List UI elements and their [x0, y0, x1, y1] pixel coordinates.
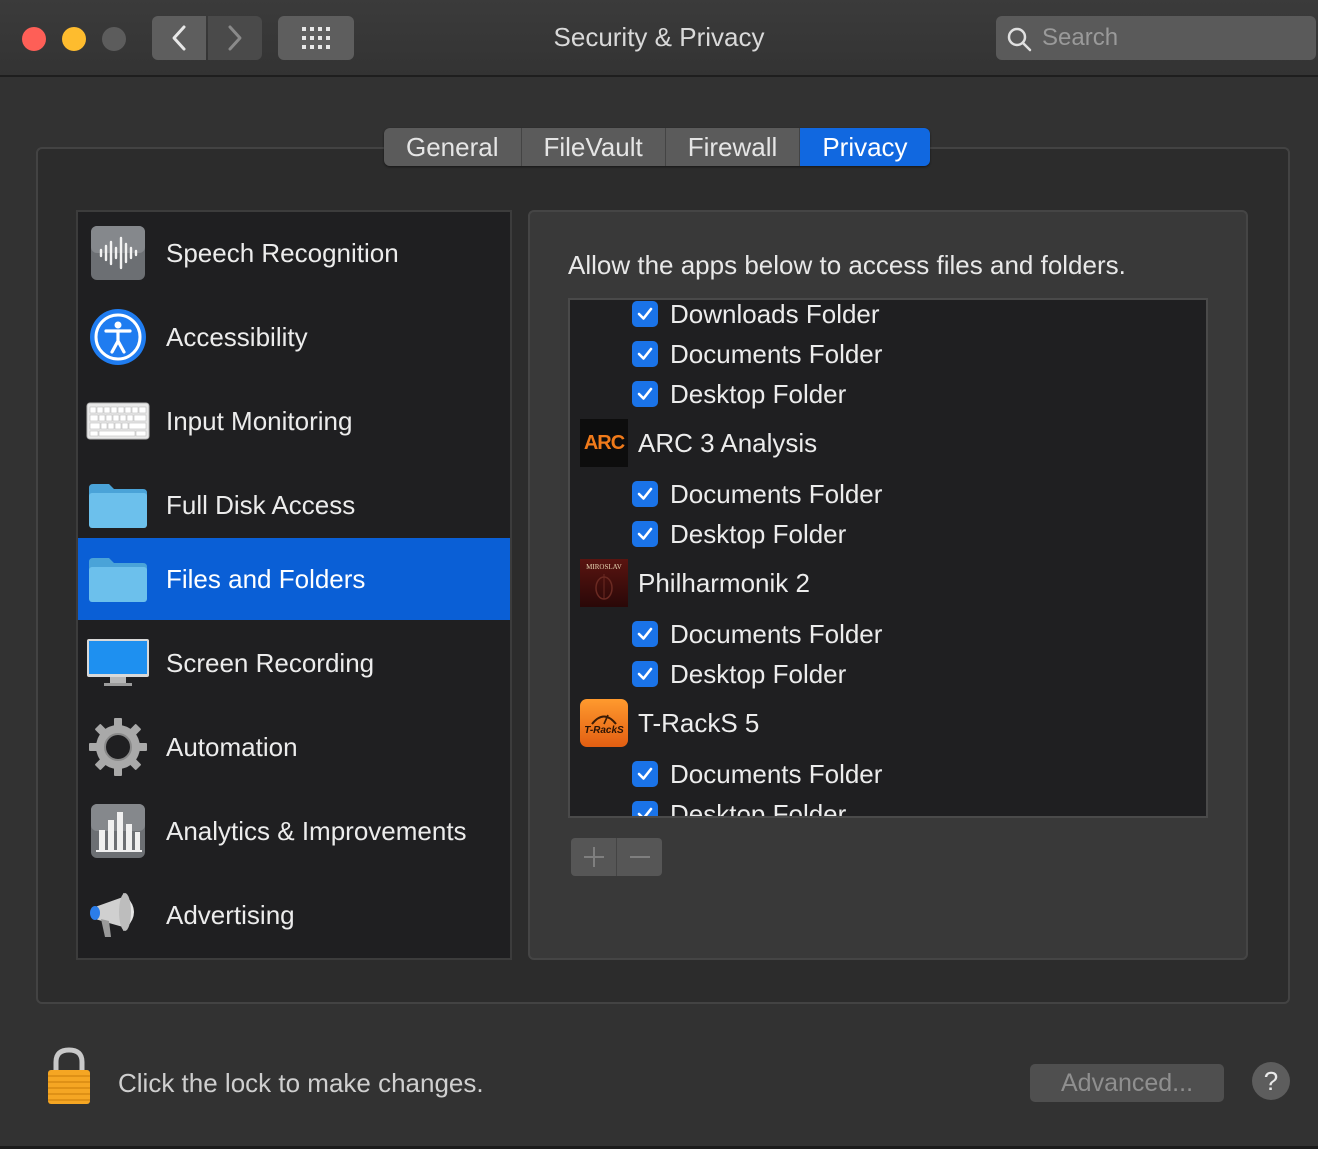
list-item-folder[interactable]: Desktop Folder — [570, 794, 1206, 818]
minus-icon — [629, 856, 650, 858]
search-input[interactable] — [1040, 22, 1304, 54]
app-label: ARC 3 Analysis — [638, 427, 818, 458]
tab-firewall[interactable]: Firewall — [665, 128, 801, 166]
sidebar-item-accessibility[interactable]: Accessibility — [78, 296, 510, 378]
folder-label: Documents Folder — [670, 338, 883, 369]
folder-label: Downloads Folder — [670, 298, 880, 329]
bar-chart-icon — [86, 799, 150, 863]
app-label: T-RackS 5 — [638, 707, 760, 738]
checkbox-checked[interactable] — [632, 801, 658, 816]
lock-message: Click the lock to make changes. — [118, 1068, 484, 1098]
list-item-folder[interactable]: Documents Folder — [570, 334, 1206, 374]
checkbox-checked[interactable] — [632, 621, 658, 647]
sidebar-item-label: Input Monitoring — [166, 405, 353, 436]
list-item-app[interactable]: MIROSLAV Philharmonik 2 — [570, 558, 1206, 608]
sidebar-item-label: Files and Folders — [166, 563, 366, 594]
sidebar-item-screen-recording[interactable]: Screen Recording — [78, 622, 510, 704]
checkmark-icon — [637, 527, 653, 540]
folder-icon — [86, 547, 150, 611]
list-item-folder[interactable]: Documents Folder — [570, 474, 1206, 514]
checkbox-checked[interactable] — [632, 761, 658, 787]
lock-button[interactable] — [44, 1046, 94, 1106]
app-label: Philharmonik 2 — [638, 567, 810, 598]
tab-privacy[interactable]: Privacy — [800, 128, 930, 166]
sidebar-item-label: Analytics & Improvements — [166, 815, 467, 846]
folder-label: Desktop Folder — [670, 518, 847, 549]
list-item-folder[interactable]: Downloads Folder — [570, 298, 1206, 334]
checkbox-checked[interactable] — [632, 381, 658, 407]
checkmark-icon — [637, 347, 653, 360]
sidebar-item-label: Accessibility — [166, 321, 308, 352]
tab-general[interactable]: General — [384, 128, 522, 166]
list-item-folder[interactable]: Desktop Folder — [570, 374, 1206, 414]
sidebar-item-label: Full Disk Access — [166, 489, 356, 520]
tab-bar: General FileVault Firewall Privacy — [384, 128, 930, 166]
sidebar-item-full-disk-access[interactable]: Full Disk Access — [78, 464, 510, 546]
display-icon — [86, 631, 150, 695]
checkmark-icon — [637, 487, 653, 500]
checkmark-icon — [637, 307, 653, 320]
sidebar-item-analytics[interactable]: Analytics & Improvements — [78, 790, 510, 872]
list-item-app[interactable]: T-RackS T-RackS 5 — [570, 698, 1206, 748]
app-icon-text: MIROSLAV — [586, 563, 622, 571]
title-bar: Security & Privacy — [0, 0, 1318, 77]
sidebar-item-advertising[interactable]: Advertising — [78, 874, 510, 956]
folder-label: Desktop Folder — [670, 798, 847, 818]
app-icon-text: T-RackS — [584, 724, 624, 736]
help-button[interactable]: ? — [1252, 1062, 1290, 1100]
sidebar-item-label: Advertising — [166, 899, 295, 930]
list-item-folder[interactable]: Desktop Folder — [570, 514, 1206, 554]
plus-icon — [583, 847, 604, 867]
checkbox-checked[interactable] — [632, 341, 658, 367]
add-remove-buttons — [571, 838, 662, 876]
sidebar-item-label: Automation — [166, 731, 298, 762]
sidebar-item-files-and-folders[interactable]: Files and Folders — [78, 538, 510, 620]
folder-label: Desktop Folder — [670, 378, 847, 409]
folder-icon — [86, 473, 150, 537]
list-item-folder[interactable]: Documents Folder — [570, 754, 1206, 794]
waveform-icon — [86, 221, 150, 285]
list-item-folder[interactable]: Documents Folder — [570, 614, 1206, 654]
search-icon — [1007, 27, 1032, 52]
add-button[interactable] — [571, 838, 617, 876]
privacy-category-list: Speech Recognition Accessibility Input M… — [76, 210, 512, 960]
checkmark-icon — [637, 627, 653, 640]
panel-heading: Allow the apps below to access files and… — [568, 250, 1126, 280]
list-item-folder[interactable]: Desktop Folder — [570, 654, 1206, 694]
app-icon-text: ARC — [583, 431, 625, 454]
sidebar-item-label: Screen Recording — [166, 647, 375, 678]
sidebar-item-automation[interactable]: Automation — [78, 706, 510, 788]
gear-icon — [86, 715, 150, 779]
philharmonik-app-icon: MIROSLAV — [580, 559, 628, 607]
checkbox-checked[interactable] — [632, 521, 658, 547]
checkbox-checked[interactable] — [632, 661, 658, 687]
sidebar-item-speech-recognition[interactable]: Speech Recognition — [78, 212, 510, 294]
folder-label: Desktop Folder — [670, 658, 847, 689]
tab-filevault[interactable]: FileVault — [521, 128, 666, 166]
keyboard-icon — [86, 389, 150, 453]
checkmark-icon — [637, 667, 653, 680]
checkbox-checked[interactable] — [632, 481, 658, 507]
app-access-list[interactable]: Downloads Folder Documents Folder Deskto… — [568, 298, 1208, 818]
advanced-button[interactable]: Advanced... — [1030, 1064, 1224, 1102]
checkbox-checked[interactable] — [632, 301, 658, 327]
folder-label: Documents Folder — [670, 478, 883, 509]
list-item-app[interactable]: ARC ARC 3 Analysis — [570, 418, 1206, 468]
checkmark-icon — [637, 767, 653, 780]
sidebar-item-label: Speech Recognition — [166, 237, 399, 268]
checkmark-icon — [637, 807, 653, 816]
arc-app-icon: ARC — [580, 419, 628, 467]
accessibility-icon — [86, 305, 150, 369]
search-field[interactable] — [996, 16, 1316, 60]
folder-label: Documents Folder — [670, 618, 883, 649]
checkmark-icon — [637, 387, 653, 400]
tracks-app-icon: T-RackS — [580, 699, 628, 747]
preferences-window: Security & Privacy General FileVault Fir… — [0, 0, 1318, 1149]
folder-label: Documents Folder — [670, 758, 883, 789]
megaphone-icon — [86, 883, 150, 947]
sidebar-item-input-monitoring[interactable]: Input Monitoring — [78, 380, 510, 462]
lock-icon — [48, 1047, 90, 1104]
remove-button[interactable] — [617, 838, 662, 876]
